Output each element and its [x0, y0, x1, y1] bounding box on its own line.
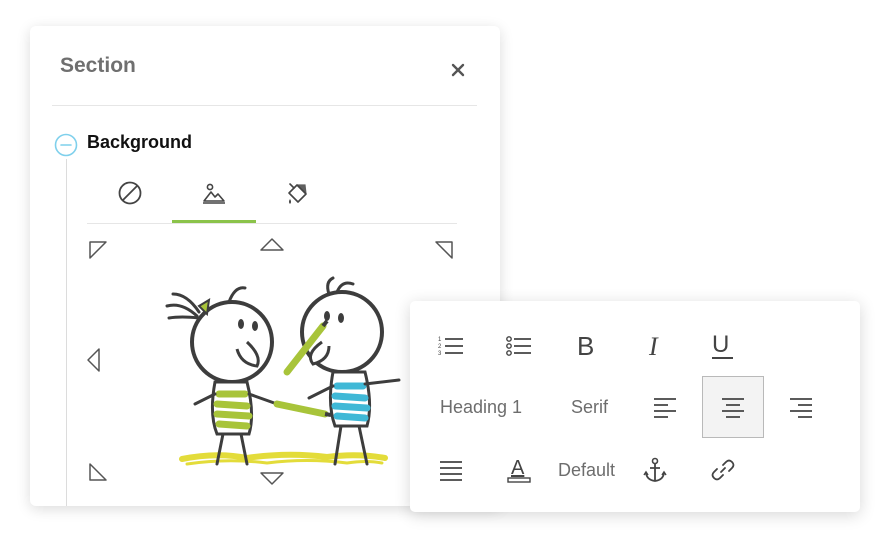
italic-icon: I — [648, 332, 659, 360]
ordered-list-button[interactable]: 1 2 3 — [420, 315, 482, 377]
unordered-list-icon — [506, 336, 531, 356]
position-top-left-icon[interactable] — [88, 240, 108, 260]
paint-bucket-icon — [288, 183, 307, 204]
svg-text:B: B — [577, 332, 594, 360]
svg-text:2: 2 — [438, 344, 442, 350]
kids-drawing-illustration — [165, 276, 401, 466]
position-top-right-icon[interactable] — [434, 240, 454, 260]
italic-button[interactable]: I — [624, 315, 686, 377]
text-toolbar: 1 2 3 B I U Heading 1 Serif A Default — [410, 301, 860, 512]
close-button[interactable] — [442, 54, 474, 86]
font-select[interactable]: Serif — [571, 392, 608, 422]
tab-underline — [87, 223, 457, 224]
tree-connector — [66, 159, 67, 506]
align-left-icon — [654, 398, 676, 418]
svg-text:I: I — [648, 332, 659, 360]
position-left-icon[interactable] — [86, 347, 102, 373]
align-right-button[interactable] — [770, 376, 832, 438]
unordered-list-button[interactable] — [488, 315, 550, 377]
heading-select[interactable]: Heading 1 — [440, 392, 522, 422]
close-icon — [451, 63, 465, 77]
justify-icon — [440, 461, 462, 481]
svg-text:1: 1 — [438, 337, 442, 343]
no-background-icon — [118, 181, 142, 205]
tab-image[interactable] — [172, 174, 256, 220]
underline-button[interactable]: U — [692, 315, 754, 377]
align-center-icon — [722, 398, 744, 418]
text-color-button[interactable]: A — [488, 439, 550, 501]
tab-color[interactable] — [256, 174, 340, 220]
ordered-list-icon: 1 2 3 — [438, 337, 463, 357]
anchor-button[interactable] — [624, 439, 686, 501]
svg-text:3: 3 — [438, 351, 442, 357]
svg-text:A: A — [511, 457, 525, 479]
text-color-icon: A — [507, 457, 531, 483]
minus-circle-icon — [54, 133, 78, 157]
panel-title: Section — [60, 54, 136, 77]
font-size-select[interactable]: Default — [558, 455, 615, 485]
align-right-icon — [790, 398, 812, 418]
align-left-button[interactable] — [634, 376, 696, 438]
tab-no-background[interactable] — [88, 174, 172, 220]
position-bottom-left-icon[interactable] — [88, 462, 108, 482]
bold-icon: B — [577, 332, 594, 360]
justify-button[interactable] — [420, 439, 482, 501]
collapse-background-button[interactable] — [54, 133, 78, 157]
image-icon — [203, 183, 225, 204]
link-button[interactable] — [692, 439, 754, 501]
link-icon — [711, 459, 735, 481]
align-center-button[interactable] — [702, 376, 764, 438]
background-label: Background — [87, 132, 193, 152]
position-top-icon[interactable] — [259, 237, 285, 253]
bold-button[interactable]: B — [556, 315, 618, 377]
title-divider — [52, 105, 477, 106]
svg-text:U: U — [712, 331, 729, 358]
underline-icon: U — [712, 331, 733, 359]
anchor-icon — [643, 457, 667, 482]
